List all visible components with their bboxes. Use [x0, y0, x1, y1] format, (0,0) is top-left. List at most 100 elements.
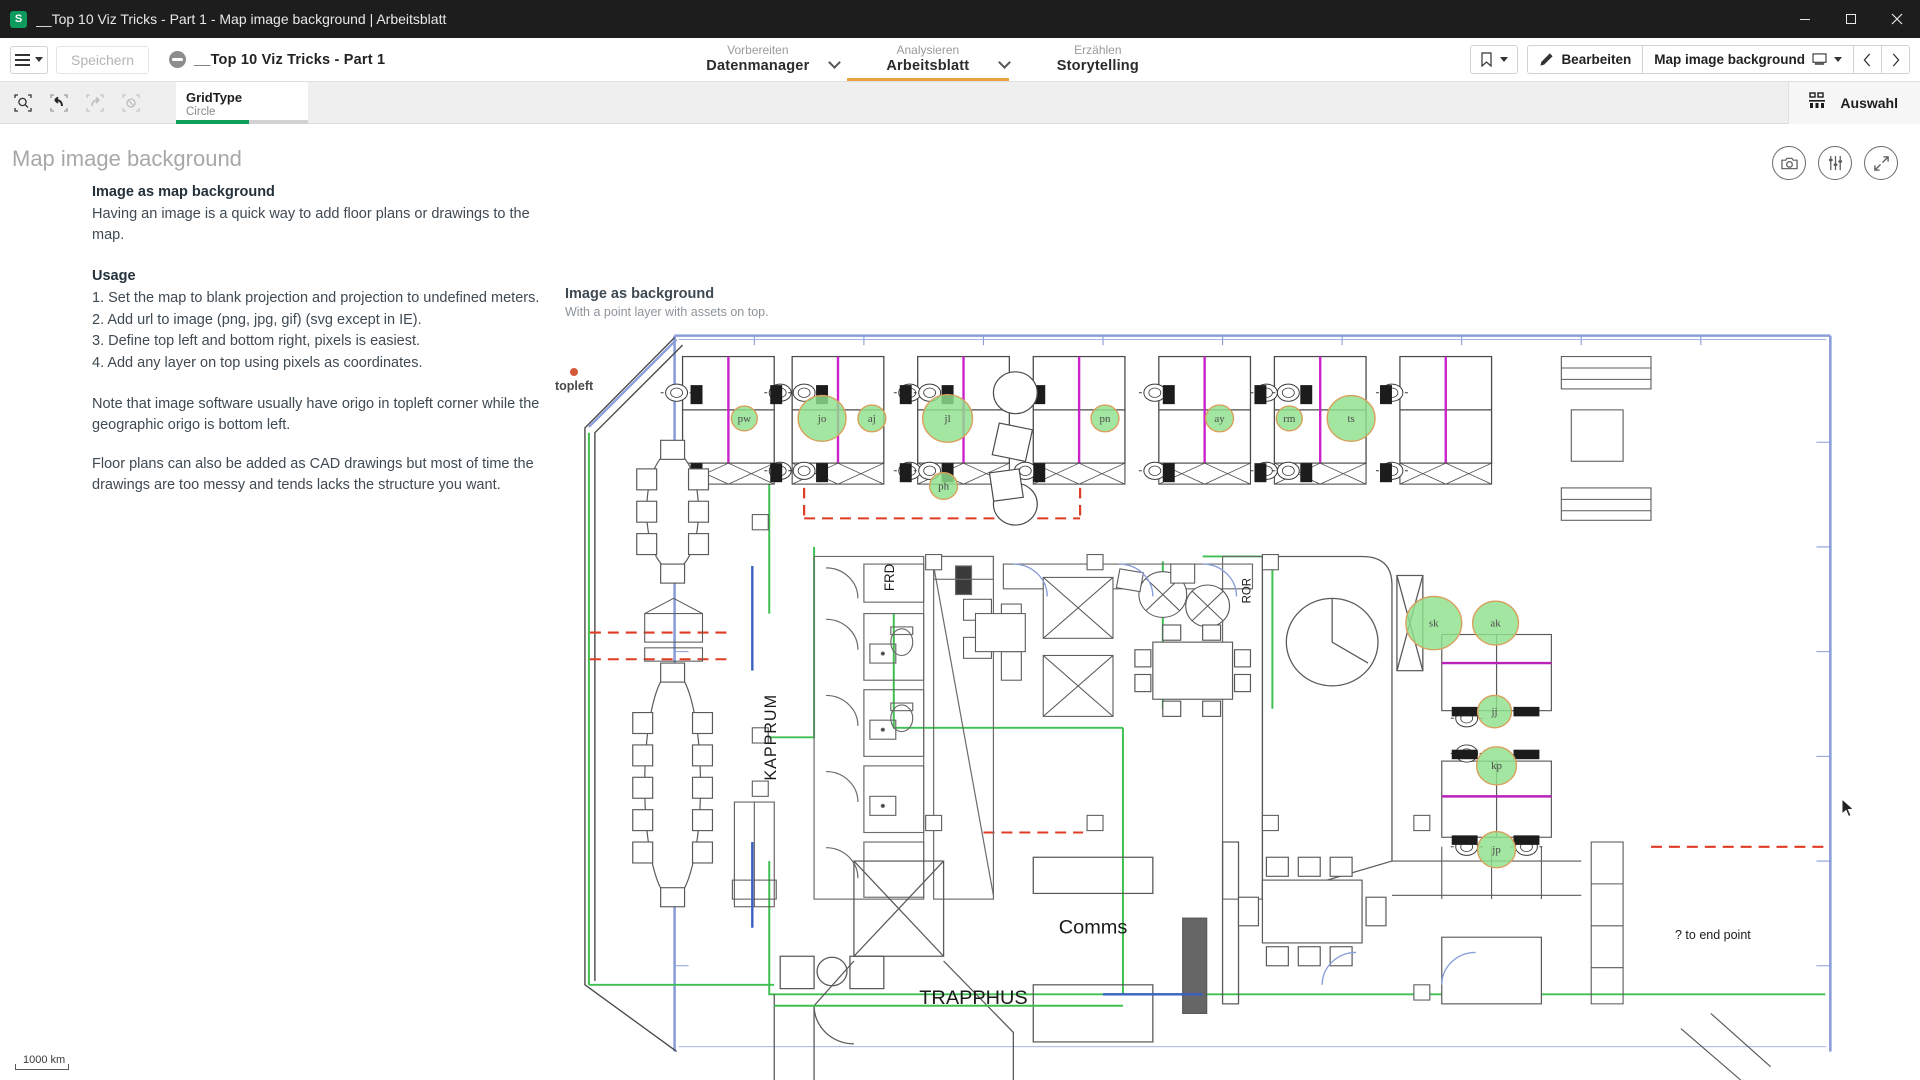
nav-section-erzaehlen[interactable]: Erzählen Storytelling: [1013, 38, 1183, 81]
asset-label: ay: [1214, 413, 1225, 425]
end-point-annotation: ? to end point: [1675, 928, 1751, 942]
room-label-trapphus: TRAPPHUS: [919, 987, 1027, 1008]
app-dots-icon: [169, 51, 187, 68]
usage-heading: Usage: [92, 268, 136, 284]
document-name: __Top 10 Viz Tricks - Part 1: [194, 51, 386, 68]
map-asset-rm[interactable]: rm: [1275, 405, 1303, 432]
selection-button-label: Auswahl: [1840, 94, 1898, 111]
window-title: __Top 10 Viz Tricks - Part 1 - Map image…: [36, 11, 447, 27]
fullscreen-icon[interactable]: [1864, 146, 1898, 180]
hamburger-icon: [15, 51, 30, 69]
sheet-selector[interactable]: Map image background: [1642, 46, 1853, 73]
map-asset-pn[interactable]: pn: [1090, 404, 1120, 433]
menu-button[interactable]: [10, 45, 48, 74]
window-titlebar: S __Top 10 Viz Tricks - Part 1 - Map ima…: [0, 0, 1920, 38]
next-sheet-button[interactable]: [1881, 46, 1909, 73]
sheet-tab-gridtype[interactable]: GridType Circle: [176, 81, 308, 124]
asset-label: jl: [944, 413, 951, 425]
usage-steps: 1. Set the map to blank projection and p…: [92, 288, 562, 374]
note-cad: Floor plans can also be added as CAD dra…: [92, 456, 534, 493]
secondary-toolbar: GridType Circle Auswahl: [0, 81, 1920, 124]
sheet-selector-label: Map image background: [1654, 52, 1805, 67]
toolbar-nav-sections: Vorbereiten Datenmanager Analysieren Arb…: [385, 38, 1470, 81]
room-label-kapprum: KAPPRUM: [761, 694, 780, 781]
bookmark-group: [1470, 45, 1519, 74]
usage-step: 4. Add any layer on top using pixels as …: [92, 354, 423, 371]
map-viewport[interactable]: topleft bottomright: [15, 328, 1920, 1080]
note-origo: Note that image software usually have or…: [92, 396, 540, 433]
edit-button[interactable]: Bearbeiten: [1528, 46, 1642, 73]
floating-action-buttons: [1772, 146, 1898, 180]
scalebar-label: 1000 km: [21, 1054, 68, 1066]
asset-label: sk: [1429, 618, 1439, 630]
floor-plan-drawing: KAPPRUM FRD ROR Comms TRAPPHUS pw jo aj jl p…: [584, 334, 1832, 1080]
nav-section-top-label: Erzählen: [1074, 42, 1122, 57]
text-panel-intro: Having an image is a quick way to add fl…: [92, 206, 530, 243]
save-button[interactable]: Speichern: [56, 45, 150, 74]
edit-button-label: Bearbeiten: [1561, 52, 1632, 67]
text-panel-heading: Image as map background: [92, 184, 275, 200]
nav-section-top-label: Analysieren: [896, 42, 960, 57]
chevron-down-icon: [1500, 57, 1509, 62]
sliders-icon[interactable]: [1818, 146, 1852, 180]
map-asset-kp[interactable]: kp: [1475, 746, 1518, 786]
secondary-toolbar-left: [0, 90, 176, 116]
toolbar-left-group: Speichern __Top 10 Viz Tricks - Part 1: [0, 38, 385, 81]
room-label-ror: ROR: [1240, 578, 1253, 603]
map-asset-pw[interactable]: pw: [730, 405, 758, 432]
previous-sheet-button[interactable]: [1853, 46, 1881, 73]
asset-label: kp: [1491, 760, 1502, 772]
map-asset-ak[interactable]: ak: [1471, 600, 1520, 646]
edit-sheet-group: Bearbeiten Map image background: [1527, 45, 1910, 74]
nav-section-top-label: Vorbereiten: [727, 42, 789, 57]
secondary-toolbar-right: Auswahl: [1788, 81, 1920, 124]
close-button[interactable]: [1874, 0, 1920, 38]
selection-zoom-icon[interactable]: [8, 90, 38, 116]
asset-label: pn: [1100, 413, 1112, 425]
room-label-comms: Comms: [1059, 917, 1128, 938]
nav-section-bottom-label: Datenmanager: [706, 57, 810, 74]
map-asset-jp[interactable]: jp: [1476, 830, 1517, 869]
map-scalebar: 1000 km: [15, 1054, 69, 1070]
room-label-frd: FRD: [882, 564, 897, 592]
asset-label: aj: [868, 413, 876, 425]
text-panel: Image as map background Having an image …: [92, 184, 562, 514]
app-logo-icon: S: [10, 10, 27, 28]
map-asset-jl[interactable]: jl: [921, 393, 974, 443]
nav-section-vorbereiten[interactable]: Vorbereiten Datenmanager: [673, 38, 843, 81]
nav-section-analysieren[interactable]: Analysieren Arbeitsblatt: [843, 38, 1013, 81]
map-asset-ay[interactable]: ay: [1204, 404, 1235, 433]
bookmark-button[interactable]: [1471, 46, 1517, 73]
map-asset-ts[interactable]: ts: [1326, 394, 1376, 442]
nav-section-bottom-label: Storytelling: [1056, 57, 1139, 74]
selection-grid-icon: [1807, 90, 1827, 115]
chevron-down-icon: [1834, 57, 1842, 62]
redo-icon[interactable]: [80, 90, 110, 116]
asset-label: jp: [1491, 844, 1501, 856]
clear-selection-icon[interactable]: [116, 90, 146, 116]
map-asset-sk[interactable]: sk: [1405, 595, 1463, 651]
camera-icon[interactable]: [1772, 146, 1806, 180]
map-asset-aj[interactable]: aj: [857, 404, 887, 433]
usage-step: 3. Define top left and bottom right, pix…: [92, 333, 421, 349]
asset-label: rm: [1283, 413, 1296, 425]
worksheet-canvas: Map image background Image as map backgr…: [0, 124, 1920, 1080]
map-heading: Image as background: [565, 286, 715, 302]
map-asset-ph[interactable]: ph: [928, 472, 959, 501]
map-asset-jo[interactable]: jo: [797, 394, 847, 442]
selection-button[interactable]: Auswahl: [1788, 81, 1920, 124]
minimize-button[interactable]: [1782, 0, 1828, 38]
mouse-cursor: [1841, 798, 1855, 818]
asset-label: ph: [938, 481, 950, 493]
undo-icon[interactable]: [44, 90, 74, 116]
toolbar-right-group: Bearbeiten Map image background: [1470, 38, 1920, 81]
maximize-button[interactable]: [1828, 0, 1874, 38]
sheet-tab-progress: [176, 119, 308, 124]
usage-step: 1. Set the map to blank projection and p…: [92, 290, 540, 306]
sheet-tab-title: GridType: [186, 90, 243, 105]
asset-label: pw: [738, 413, 752, 425]
map-asset-jj[interactable]: jj: [1476, 694, 1513, 729]
asset-label: jj: [1491, 706, 1498, 718]
document-chip[interactable]: __Top 10 Viz Tricks - Part 1: [169, 51, 385, 68]
main-toolbar: Speichern __Top 10 Viz Tricks - Part 1 V…: [0, 38, 1920, 82]
